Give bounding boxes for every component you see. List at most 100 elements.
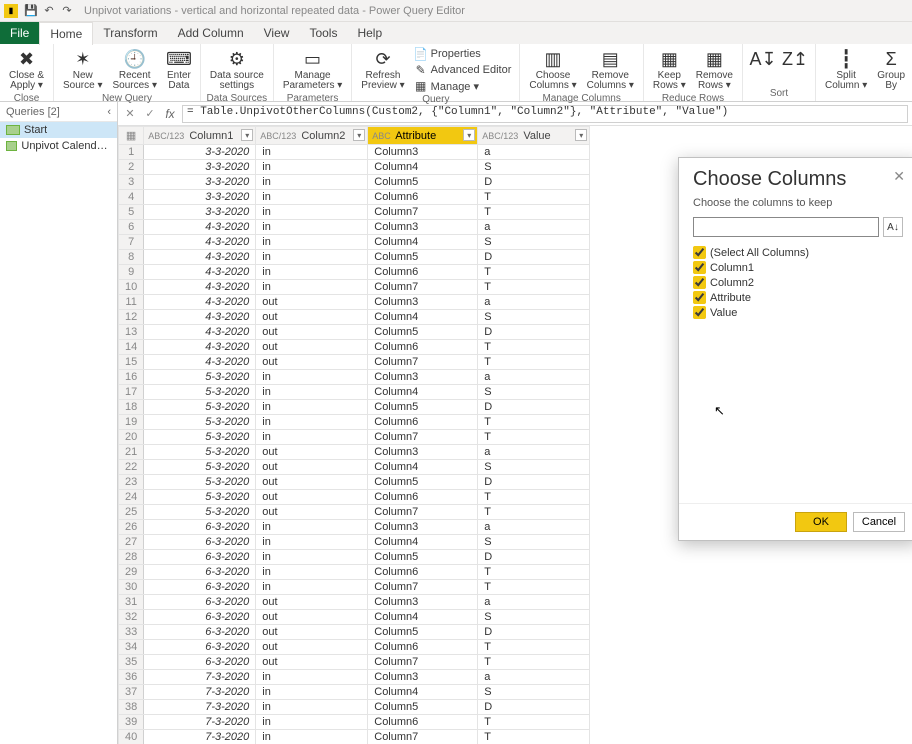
table-row[interactable]: 43-3-2020inColumn6T	[119, 190, 590, 205]
cell[interactable]: Column7	[368, 205, 478, 220]
manage-parameters-button[interactable]: ▭Manage Parameters ▾	[278, 46, 347, 93]
table-row[interactable]: 175-3-2020inColumn4S	[119, 385, 590, 400]
table-row[interactable]: 407-3-2020inColumn7T	[119, 730, 590, 744]
table-row[interactable]: 84-3-2020inColumn5D	[119, 250, 590, 265]
cell[interactable]: Column5	[368, 625, 478, 640]
cell[interactable]: Column5	[368, 250, 478, 265]
cell[interactable]: D	[478, 250, 590, 265]
cell[interactable]: T	[478, 415, 590, 430]
undo-icon[interactable]: ↶	[40, 4, 58, 17]
cell[interactable]: 5-3-2020	[144, 490, 256, 505]
cell[interactable]: Column4	[368, 610, 478, 625]
table-row[interactable]: 53-3-2020inColumn7T	[119, 205, 590, 220]
sort-desc-button[interactable]: Z↥	[779, 46, 811, 72]
cell[interactable]: out	[256, 460, 368, 475]
cell[interactable]: T	[478, 265, 590, 280]
cell[interactable]: Column7	[368, 580, 478, 595]
cell[interactable]: 5-3-2020	[144, 370, 256, 385]
cell[interactable]: Column5	[368, 700, 478, 715]
cell[interactable]: out	[256, 340, 368, 355]
cell[interactable]: a	[478, 595, 590, 610]
table-row[interactable]: 64-3-2020inColumn3a	[119, 220, 590, 235]
column-option[interactable]: (Select All Columns)	[693, 245, 903, 260]
table-row[interactable]: 13-3-2020inColumn3a	[119, 145, 590, 160]
cell[interactable]: 6-3-2020	[144, 640, 256, 655]
cell[interactable]: Column6	[368, 715, 478, 730]
cell[interactable]: D	[478, 400, 590, 415]
dialog-search-input[interactable]	[693, 217, 879, 237]
column-checkbox[interactable]	[693, 246, 706, 259]
cell[interactable]: 5-3-2020	[144, 445, 256, 460]
cell[interactable]: a	[478, 220, 590, 235]
cell[interactable]: Column5	[368, 175, 478, 190]
properties-button[interactable]: 📄Properties	[410, 46, 516, 62]
cell[interactable]: in	[256, 520, 368, 535]
cell[interactable]: in	[256, 175, 368, 190]
table-row[interactable]: 144-3-2020outColumn6T	[119, 340, 590, 355]
cell[interactable]: in	[256, 160, 368, 175]
cell[interactable]: Column6	[368, 640, 478, 655]
cell[interactable]: 4-3-2020	[144, 340, 256, 355]
table-row[interactable]: 346-3-2020outColumn6T	[119, 640, 590, 655]
cell[interactable]: a	[478, 295, 590, 310]
cell[interactable]: T	[478, 580, 590, 595]
cell[interactable]: Column6	[368, 565, 478, 580]
cell[interactable]: a	[478, 670, 590, 685]
cell[interactable]: 6-3-2020	[144, 565, 256, 580]
table-row[interactable]: 94-3-2020inColumn6T	[119, 265, 590, 280]
cell[interactable]: in	[256, 730, 368, 744]
cell[interactable]: T	[478, 715, 590, 730]
cell[interactable]: T	[478, 730, 590, 744]
cell[interactable]: S	[478, 610, 590, 625]
group-by-button[interactable]: ΣGroup By	[872, 46, 910, 93]
new-source-button[interactable]: ✶New Source ▾	[58, 46, 107, 93]
data-source-settings-button[interactable]: ⚙Data source settings	[205, 46, 269, 93]
cell[interactable]: 5-3-2020	[144, 460, 256, 475]
table-row[interactable]: 397-3-2020inColumn6T	[119, 715, 590, 730]
cell[interactable]: in	[256, 415, 368, 430]
table-row[interactable]: 387-3-2020inColumn5D	[119, 700, 590, 715]
column-option[interactable]: Column2	[693, 275, 903, 290]
cell[interactable]: S	[478, 460, 590, 475]
tab-transform[interactable]: Transform	[93, 22, 167, 44]
cell[interactable]: 7-3-2020	[144, 685, 256, 700]
cell[interactable]: in	[256, 430, 368, 445]
cell[interactable]: out	[256, 490, 368, 505]
cell[interactable]: 7-3-2020	[144, 700, 256, 715]
cell[interactable]: Column5	[368, 475, 478, 490]
cell[interactable]: out	[256, 610, 368, 625]
cell[interactable]: out	[256, 625, 368, 640]
cell[interactable]: D	[478, 625, 590, 640]
query-item[interactable]: Start	[0, 122, 117, 138]
cell[interactable]: Column3	[368, 595, 478, 610]
cell[interactable]: T	[478, 565, 590, 580]
cell[interactable]: Column3	[368, 370, 478, 385]
table-row[interactable]: 23-3-2020inColumn4S	[119, 160, 590, 175]
cell[interactable]: out	[256, 475, 368, 490]
cell[interactable]: Column3	[368, 295, 478, 310]
cell[interactable]: 5-3-2020	[144, 385, 256, 400]
cell[interactable]: in	[256, 535, 368, 550]
refresh-preview-button[interactable]: ⟳Refresh Preview ▾	[356, 46, 409, 93]
fx-icon[interactable]: fx	[162, 106, 178, 122]
cell[interactable]: 6-3-2020	[144, 625, 256, 640]
enter-data-button[interactable]: ⌨Enter Data	[162, 46, 196, 93]
cell[interactable]: out	[256, 655, 368, 670]
cell[interactable]: D	[478, 175, 590, 190]
cell[interactable]: 4-3-2020	[144, 220, 256, 235]
cell[interactable]: Column3	[368, 670, 478, 685]
cell[interactable]: Column4	[368, 460, 478, 475]
column-header-value[interactable]: ABC/123 Value▾	[478, 127, 590, 145]
table-row[interactable]: 286-3-2020inColumn5D	[119, 550, 590, 565]
tab-file[interactable]: File	[0, 22, 39, 44]
choose-columns-button[interactable]: ▥Choose Columns ▾	[524, 46, 581, 93]
table-row[interactable]: 33-3-2020inColumn5D	[119, 175, 590, 190]
cell[interactable]: 3-3-2020	[144, 190, 256, 205]
cell[interactable]: D	[478, 700, 590, 715]
cell[interactable]: 4-3-2020	[144, 235, 256, 250]
save-icon[interactable]: 💾	[22, 4, 40, 17]
recent-sources-button[interactable]: 🕘Recent Sources ▾	[108, 46, 162, 93]
cell[interactable]: T	[478, 355, 590, 370]
table-row[interactable]: 215-3-2020outColumn3a	[119, 445, 590, 460]
cell[interactable]: Column4	[368, 235, 478, 250]
